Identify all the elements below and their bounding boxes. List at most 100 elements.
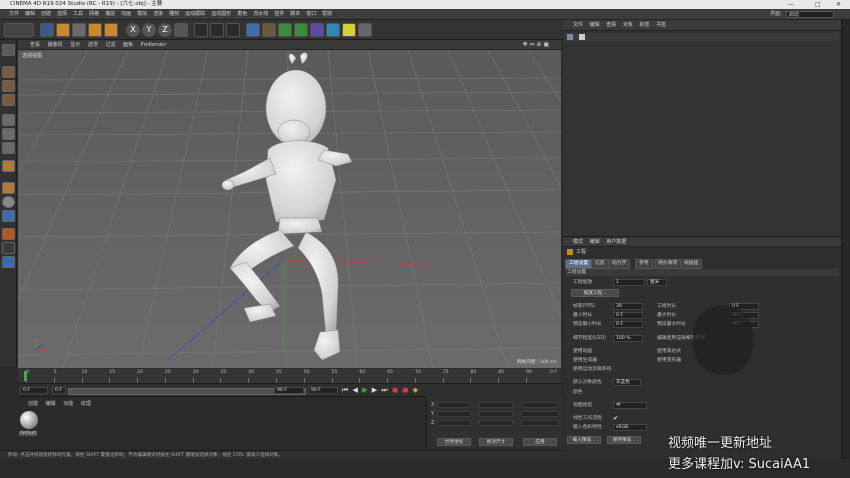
menu-item[interactable]: 渲染 (150, 9, 166, 20)
default-color-select[interactable]: 灰蓝色 (613, 379, 641, 386)
lock-workplane-icon[interactable] (2, 242, 15, 254)
layout-select[interactable]: 启动 (786, 11, 834, 18)
end-frame-field[interactable]: 90 F (308, 387, 338, 394)
minimize-icon[interactable]: — (788, 0, 794, 9)
input-color-select[interactable]: sRGB (613, 424, 647, 431)
maximize-icon[interactable]: □ (815, 0, 821, 9)
rotation-b-field[interactable] (521, 420, 559, 426)
autokey-icon[interactable]: ● (402, 386, 409, 394)
undo-redo-button[interactable] (4, 23, 34, 37)
z-axis-button[interactable]: Z (158, 23, 172, 37)
tab-dynamics[interactable]: 动力学 (608, 259, 631, 269)
load-preset-button[interactable]: 载入预设... (567, 436, 601, 444)
subdivision-icon[interactable] (278, 23, 292, 37)
texture-mode-icon[interactable] (2, 80, 15, 92)
menu-item[interactable]: 编辑 (22, 9, 38, 20)
tab-todo[interactable]: 待办事项 (654, 259, 682, 269)
size-mode-select[interactable]: 绝对尺寸 (479, 438, 513, 446)
object-row[interactable] (565, 33, 839, 41)
tweak-mode-icon[interactable] (2, 182, 15, 194)
default-material-swatch[interactable] (20, 411, 38, 429)
move-tool-icon[interactable] (56, 23, 70, 37)
polygons-mode-icon[interactable] (2, 142, 15, 154)
coord-mode-select[interactable]: 世界坐标 (437, 438, 471, 446)
pen-spline-icon[interactable] (262, 23, 276, 37)
size-z-field[interactable] (479, 420, 513, 426)
position-y-field[interactable] (437, 411, 471, 417)
size-y-field[interactable] (479, 411, 513, 417)
material-menu-edit[interactable]: 编辑 (46, 401, 56, 407)
object-manager[interactable] (563, 31, 841, 236)
grid-icon[interactable] (2, 256, 15, 268)
record-icon[interactable]: ● (392, 386, 399, 394)
axis-mode-icon[interactable] (2, 160, 15, 172)
lod-field[interactable]: 100 % (613, 335, 643, 342)
material-menu-create[interactable]: 创建 (28, 401, 38, 407)
close-icon[interactable]: ✕ (836, 0, 841, 9)
menu-item[interactable]: 插件 (271, 9, 287, 20)
light-icon[interactable] (358, 23, 372, 37)
objects-menu-view[interactable]: 查看 (606, 20, 616, 31)
menu-item[interactable]: 流水线 (250, 9, 271, 20)
menu-item[interactable]: 选择 (54, 9, 70, 20)
min-time-field[interactable]: 0 F (613, 312, 643, 319)
tab-reference[interactable]: 参考 (635, 259, 653, 269)
tab-info[interactable]: 信息 (591, 259, 609, 269)
preview-end-field[interactable]: 90 F (274, 387, 304, 394)
viewport-menu-cameras[interactable]: 摄像机 (48, 40, 63, 50)
render-view-icon[interactable] (194, 23, 208, 37)
cube-icon[interactable] (246, 23, 260, 37)
render-settings-icon[interactable] (226, 23, 240, 37)
floor-icon[interactable] (326, 23, 340, 37)
material-menu-texture[interactable]: 纹理 (81, 401, 91, 407)
position-x-field[interactable] (437, 402, 471, 408)
last-tool-icon[interactable] (104, 23, 118, 37)
tab-project-settings[interactable]: 工程设置 (565, 259, 593, 269)
menu-item[interactable]: 运动跟踪 (182, 9, 208, 20)
material-menu-function[interactable]: 功能 (63, 401, 73, 407)
menu-item[interactable]: 雕刻 (166, 9, 182, 20)
tab-frame-interpolation[interactable]: 帧插值 (680, 259, 703, 269)
start-frame-field[interactable]: 0 F (20, 387, 48, 394)
viewport-menu-prorender[interactable]: ProRender (141, 40, 167, 50)
menu-item[interactable]: 创建 (38, 9, 54, 20)
camera-icon[interactable] (342, 23, 356, 37)
coordinate-system-icon[interactable] (174, 23, 188, 37)
material-tag-icon[interactable] (578, 34, 585, 40)
objects-menu-file[interactable]: 文件 (573, 20, 583, 31)
preview-min-field[interactable]: 0 F (613, 321, 643, 328)
apply-button[interactable]: 应用 (523, 438, 557, 446)
objects-menu-objects[interactable]: 对象 (623, 20, 633, 31)
scale-tool-icon[interactable] (72, 23, 86, 37)
view-clipping-select[interactable]: 中 (613, 402, 647, 409)
menu-item[interactable]: 窗口 (303, 9, 319, 20)
menu-item[interactable]: 工具 (70, 9, 86, 20)
workplane-mode-icon[interactable] (2, 94, 15, 106)
viewport-menu-display[interactable]: 显示 (70, 40, 80, 50)
render-picture-viewer-icon[interactable] (210, 23, 224, 37)
menu-item[interactable]: 脚本 (287, 9, 303, 20)
objects-menu-tags[interactable]: 标签 (639, 20, 649, 31)
prev-key-icon[interactable]: ◀ (353, 386, 359, 394)
viewport-menu-panel[interactable]: 面板 (123, 40, 133, 50)
menu-item[interactable]: 文件 (6, 9, 22, 20)
position-z-field[interactable] (437, 420, 471, 426)
rotation-h-field[interactable] (521, 402, 559, 408)
menu-item[interactable]: 模拟 (134, 9, 150, 20)
scale-project-button[interactable]: 缩放工程... (571, 289, 619, 297)
workplane-icon[interactable] (2, 228, 15, 240)
menu-item[interactable]: 运动图形 (208, 9, 234, 20)
deformer-icon[interactable] (310, 23, 324, 37)
edges-mode-icon[interactable] (2, 128, 15, 140)
scale-field[interactable]: 1 (613, 279, 645, 286)
viewport-menu-view[interactable]: 查看 (30, 40, 40, 50)
current-frame-marker[interactable] (24, 371, 27, 381)
perspective-viewport[interactable]: 透视视图 网格间距 : 100 cm (18, 50, 561, 368)
make-editable-icon[interactable] (2, 44, 15, 56)
timeline-ruler[interactable]: 0 5 10 15 20 25 30 35 40 45 50 55 60 65 70 75 80 85 90 0 F (18, 369, 561, 383)
fps-field[interactable]: 30 (613, 303, 643, 310)
viewport-menu-filter[interactable]: 过滤 (105, 40, 115, 50)
points-mode-icon[interactable] (2, 114, 15, 126)
x-axis-button[interactable]: X (126, 23, 140, 37)
solo-icon[interactable] (2, 210, 15, 222)
